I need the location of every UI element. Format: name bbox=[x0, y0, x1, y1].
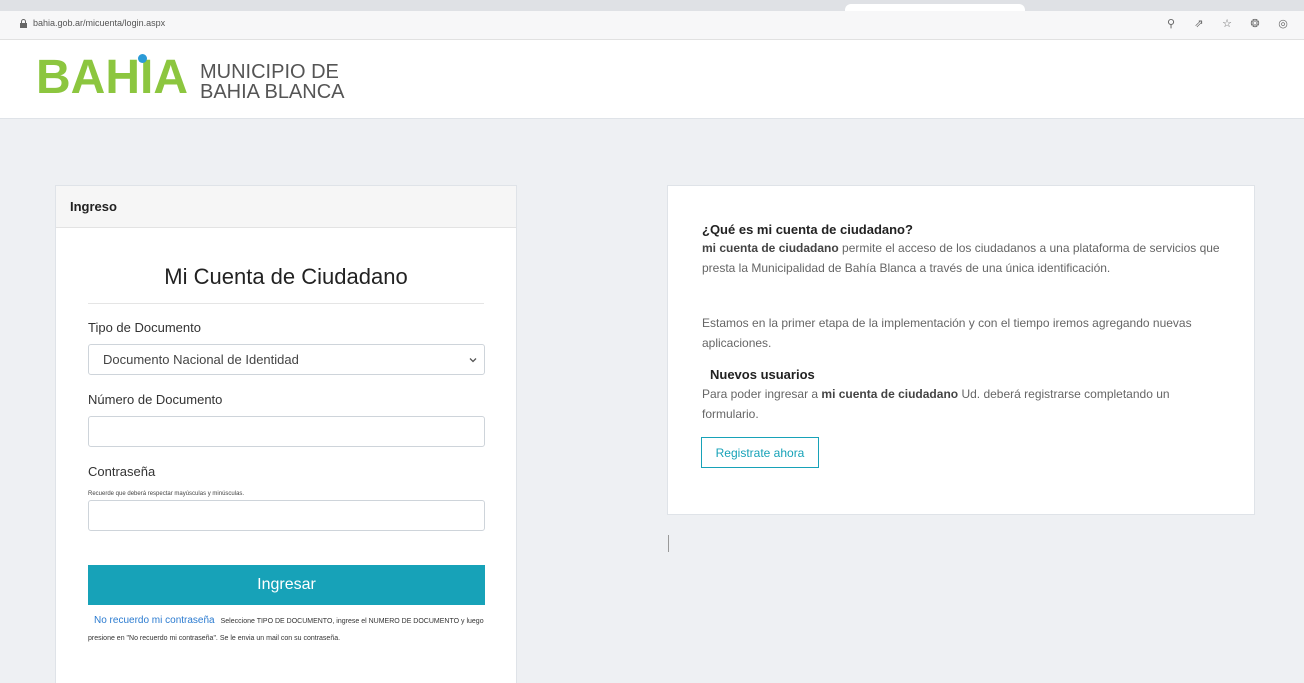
browser-url[interactable]: bahia.gob.ar/micuenta/login.aspx bbox=[33, 18, 165, 28]
logo-word[interactable]: BAHIA bbox=[36, 54, 188, 102]
forgot-password-link[interactable]: No recuerdo mi contraseña bbox=[94, 615, 215, 626]
chevron-down-icon bbox=[469, 358, 477, 363]
info-paragraph-1: mi cuenta de ciudadano permite el acceso… bbox=[702, 238, 1222, 278]
logo-subtitle: MUNICIPIO DE BAHIA BLANCA bbox=[200, 62, 345, 102]
site-header: BAHIA MUNICIPIO DE BAHIA BLANCA bbox=[0, 40, 1304, 119]
browser-toolbar-icons: ⚲ ⇗ ☆ ❂ ◎ bbox=[1164, 16, 1290, 30]
info-card: ¿Qué es mi cuenta de ciudadano? mi cuent… bbox=[667, 185, 1255, 515]
login-button[interactable]: Ingresar bbox=[88, 565, 485, 605]
extension-icon[interactable]: ◎ bbox=[1276, 16, 1290, 30]
doc-type-label: Tipo de Documento bbox=[88, 320, 201, 335]
forgot-password-help: No recuerdo mi contraseña Seleccione TIPO… bbox=[88, 612, 488, 647]
star-icon[interactable]: ☆ bbox=[1220, 16, 1234, 30]
text-cursor bbox=[668, 535, 669, 552]
logo-pin-icon bbox=[138, 54, 147, 63]
login-card: Ingreso Mi Cuenta de Ciudadano Tipo de D… bbox=[55, 185, 517, 683]
info-p1-bold: mi cuenta de ciudadano bbox=[702, 241, 839, 255]
register-button[interactable]: Registrate ahora bbox=[701, 437, 819, 468]
login-card-header: Ingreso bbox=[56, 186, 516, 228]
password-hint: Recuerde que deberá respectar mayúsculas… bbox=[88, 491, 245, 497]
divider bbox=[88, 303, 484, 304]
browser-tab-strip bbox=[0, 0, 1304, 11]
page-title: Mi Cuenta de Ciudadano bbox=[164, 264, 408, 289]
info-paragraph-3: Para poder ingresar a mi cuenta de ciuda… bbox=[702, 384, 1222, 424]
logo-sub-line2: BAHIA BLANCA bbox=[200, 81, 345, 103]
share-icon[interactable]: ⇗ bbox=[1192, 16, 1206, 30]
new-users-title: Nuevos usuarios bbox=[710, 367, 815, 382]
doc-number-input[interactable] bbox=[88, 416, 485, 447]
browser-active-tab[interactable] bbox=[845, 4, 1025, 11]
doc-number-label: Número de Documento bbox=[88, 392, 223, 407]
info-paragraph-2: Estamos en la primer etapa de la impleme… bbox=[702, 316, 1192, 350]
doc-type-select[interactable]: Documento Nacional de Identidad bbox=[88, 344, 485, 375]
lock-icon bbox=[20, 19, 27, 28]
zoom-icon[interactable]: ⚲ bbox=[1164, 16, 1178, 30]
password-label: Contraseña bbox=[88, 464, 156, 479]
info-p3-prefix: Para poder ingresar a bbox=[702, 387, 822, 401]
browser-address-bar[interactable]: bahia.gob.ar/micuenta/login.aspx ⚲ ⇗ ☆ ❂… bbox=[0, 11, 1304, 40]
info-question: ¿Qué es mi cuenta de ciudadano? bbox=[702, 222, 913, 237]
doc-type-selected: Documento Nacional de Identidad bbox=[103, 352, 299, 367]
password-input[interactable] bbox=[88, 500, 485, 531]
logo-sub-line1: MUNICIPIO DE bbox=[200, 61, 339, 83]
info-p3-bold: mi cuenta de ciudadano bbox=[821, 387, 959, 401]
extension-icon[interactable]: ❂ bbox=[1248, 16, 1262, 30]
